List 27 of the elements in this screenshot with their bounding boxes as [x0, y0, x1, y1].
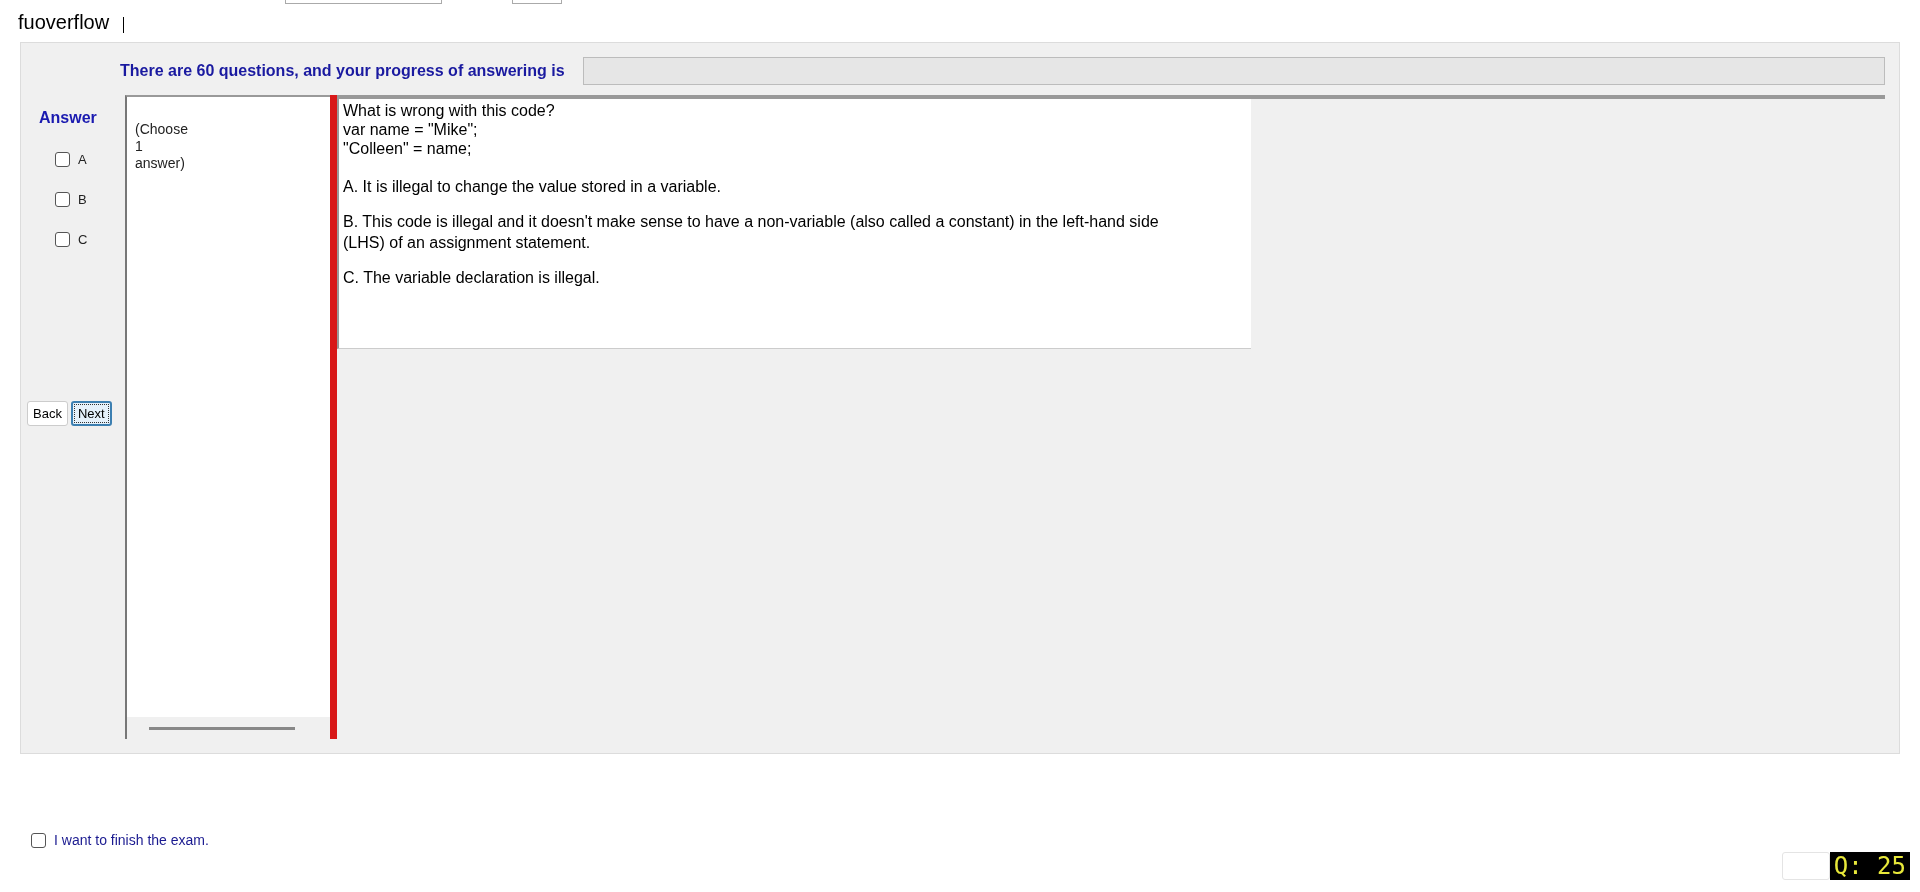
- instruction-text: answer): [135, 155, 186, 172]
- checkbox[interactable]: [55, 151, 70, 167]
- question-text: var name = "Mike";: [343, 120, 479, 139]
- back-button[interactable]: Back: [27, 401, 68, 426]
- scrollbar-thumb[interactable]: [149, 726, 295, 730]
- question-text: What is wrong with this code?: [343, 101, 556, 120]
- checkbox[interactable]: [55, 191, 70, 207]
- option-label: C: [78, 231, 88, 247]
- instruction-text: (Choose: [135, 121, 189, 138]
- input-field[interactable]: [285, 0, 442, 4]
- answer-title: Answer: [39, 109, 97, 127]
- username-text: fuoverflow: [18, 10, 110, 34]
- question-number-badge: Q: 25: [1829, 852, 1910, 880]
- text-cursor-icon: [123, 17, 125, 33]
- question-text: "Colleen" = name;: [343, 139, 473, 158]
- progress-label: There are 60 questions, and your progress of answering is: [120, 62, 565, 80]
- next-button[interactable]: Next: [70, 401, 112, 426]
- choice-text: B. This code is illegal and it doesn't make sense to have a non-variable (also called a constant) in the left-hand side (LHS) of an assignment statement.: [343, 212, 1160, 253]
- checkbox[interactable]: [31, 832, 46, 848]
- input-field[interactable]: [512, 0, 562, 4]
- choice-text: A. It is illegal to change the value stored in a variable.: [343, 177, 722, 197]
- checkbox[interactable]: [55, 231, 70, 247]
- option-label: B: [78, 191, 87, 207]
- instruction-text: 1: [135, 138, 144, 155]
- choice-text: C. The variable declaration is illegal.: [343, 268, 601, 288]
- option-label: A: [78, 151, 87, 167]
- finish-label: I want to finish the exam.: [54, 832, 209, 848]
